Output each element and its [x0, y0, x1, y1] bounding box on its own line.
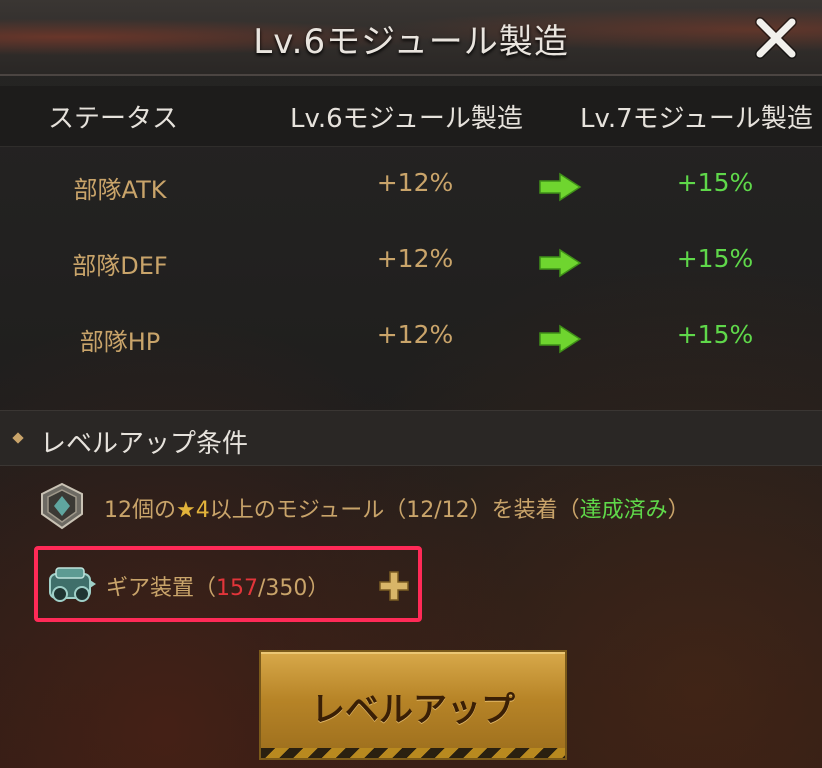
bullet-icon [12, 432, 24, 444]
upgrade-panel: Lv.6モジュール製造 ステータス Lv.6モジュール製造 Lv.7モジュール製… [0, 0, 822, 768]
condition-modules: 12個の★4以上のモジュール（12/12）を装着（達成済み） [36, 482, 816, 532]
stat-current-value: +12% [376, 244, 454, 273]
header-current-level: Lv.6モジュール製造 [290, 104, 523, 134]
condition-suffix: ） [667, 498, 690, 523]
plus-icon [379, 571, 409, 601]
condition-gear-text: ギア装置（157/350） [106, 570, 329, 602]
close-icon [755, 17, 797, 59]
gear-label: ギア装置（ [106, 576, 217, 601]
arrow-right-icon [539, 248, 582, 278]
arrow-right-icon [539, 172, 582, 202]
stat-current-value: +12% [376, 320, 454, 349]
table-header: ステータス Lv.6モジュール製造 Lv.7モジュール製造 [0, 86, 822, 147]
stat-next-value: +15% [676, 168, 754, 197]
stat-name: 部隊ATK [73, 176, 167, 204]
stat-current-value: +12% [376, 168, 454, 197]
panel-header: Lv.6モジュール製造 [0, 0, 822, 76]
table-row: 部隊ATK +12% +15% [0, 150, 822, 226]
arrow-right-icon [539, 324, 582, 354]
gear-suffix: ） [307, 576, 330, 601]
panel-title: Lv.6モジュール製造 [253, 22, 569, 62]
hazard-stripes [261, 748, 565, 758]
add-gear-button[interactable] [378, 570, 410, 602]
condition-middle: 以上のモジュール（12/12）を装着（ [209, 498, 580, 523]
table-row: 部隊HP +12% +15% [0, 302, 822, 378]
header-next-level: Lv.7モジュール製造 [580, 104, 813, 134]
condition-modules-text: 12個の★4以上のモジュール（12/12）を装着（達成済み） [104, 492, 690, 524]
level-up-label: レベルアップ [311, 690, 515, 730]
close-button[interactable] [748, 10, 804, 66]
stat-next-value: +15% [676, 244, 754, 273]
stat-name: 部隊DEF [72, 252, 168, 280]
gear-current: 157 [216, 576, 259, 601]
condition-status: 達成済み [579, 498, 668, 523]
medal-icon [41, 482, 83, 530]
condition-gear-device: ギア装置（157/350） [34, 546, 422, 622]
conditions-title: レベルアップ条件 [40, 429, 249, 459]
conditions-header: レベルアップ条件 [0, 410, 822, 466]
condition-prefix: 12個の [104, 498, 176, 523]
star-rank: ★4 [176, 498, 210, 523]
gear-total: /350 [258, 576, 308, 601]
level-up-button[interactable]: レベルアップ [259, 650, 567, 760]
stat-next-value: +15% [676, 320, 754, 349]
header-status: ステータス [48, 104, 179, 134]
stat-name: 部隊HP [79, 328, 161, 356]
table-row: 部隊DEF +12% +15% [0, 226, 822, 302]
gear-device-icon [49, 567, 96, 602]
